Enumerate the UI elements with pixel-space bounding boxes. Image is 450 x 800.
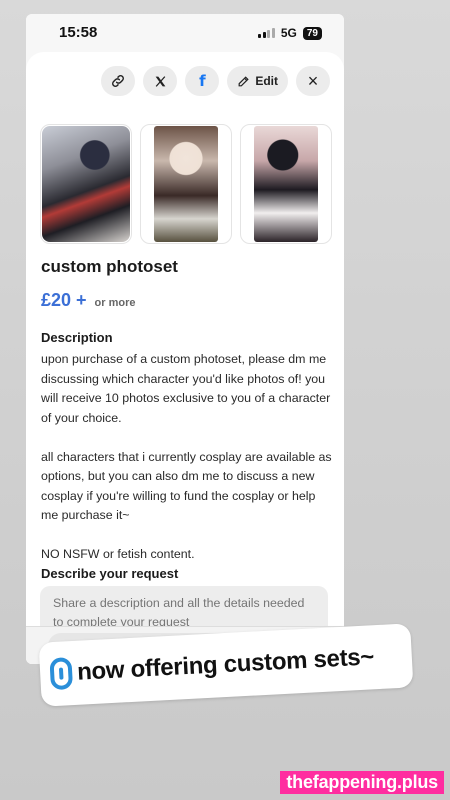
status-indicators: 5G 79	[258, 26, 322, 40]
product-sheet: f Edit × custom photoset £20 + or more D…	[26, 52, 344, 664]
description-paragraph: all characters that i currently cosplay …	[41, 449, 332, 523]
description-heading: Description	[41, 330, 113, 345]
edit-label: Edit	[255, 74, 278, 88]
link-icon	[112, 75, 125, 87]
battery-icon: 79	[302, 26, 322, 40]
description-paragraph: upon purchase of a custom photoset, plea…	[41, 352, 331, 425]
copy-link-button[interactable]	[101, 66, 136, 96]
close-button[interactable]: ×	[296, 66, 330, 96]
close-icon: ×	[307, 70, 319, 91]
request-heading: Describe your request	[41, 566, 179, 581]
watermark: thefappening.plus	[280, 771, 444, 794]
product-price: £20 + or more	[41, 290, 136, 311]
facebook-icon: f	[199, 72, 206, 90]
share-facebook-button[interactable]: f	[185, 66, 220, 96]
cosplay-photo-1	[42, 126, 130, 242]
product-title: custom photoset	[41, 257, 178, 276]
share-x-button[interactable]	[143, 66, 178, 96]
cosplay-photo-2	[154, 126, 218, 242]
network-type: 5G	[280, 26, 297, 40]
edit-icon	[238, 75, 250, 86]
caption-emoji-icon	[49, 657, 74, 691]
cosplay-photo-3	[254, 126, 318, 242]
x-logo-icon	[155, 75, 166, 87]
caption-text: now offering custom sets~	[76, 643, 375, 686]
status-time: 15:58	[59, 24, 98, 41]
gallery-thumb-2[interactable]	[140, 124, 232, 244]
phone-screenshot: 15:58 5G 79 f Edit × custom photoset £20…	[26, 14, 344, 664]
price-note: or more	[94, 297, 136, 309]
price-amount: £20 +	[41, 290, 87, 310]
gallery-thumb-1[interactable]	[40, 124, 132, 244]
signal-icon	[258, 28, 275, 38]
share-actions: f Edit ×	[101, 66, 330, 96]
product-gallery	[40, 124, 332, 244]
description-text: upon purchase of a custom photoset, plea…	[41, 350, 333, 584]
edit-button[interactable]: Edit	[227, 66, 288, 96]
gallery-thumb-3[interactable]	[240, 124, 332, 244]
description-paragraph: NO NSFW or fetish content.	[41, 547, 195, 561]
status-bar: 15:58 5G 79	[26, 14, 344, 52]
